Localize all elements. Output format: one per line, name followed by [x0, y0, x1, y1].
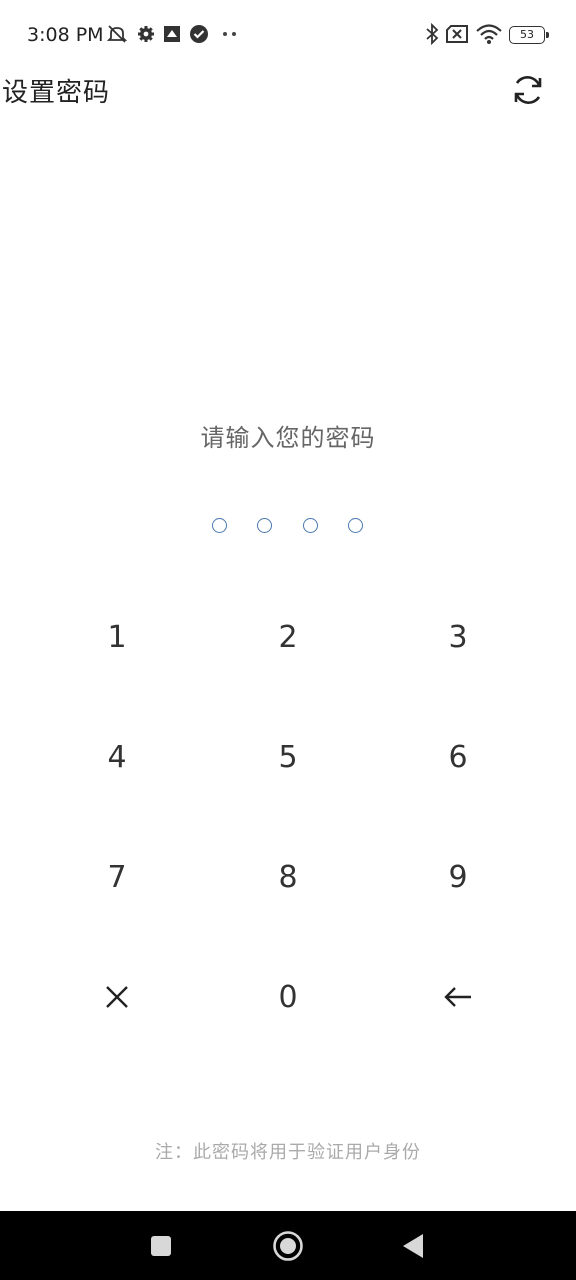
status-bar: 3:08 PM 53: [0, 0, 576, 70]
back-button[interactable]: [373, 1211, 453, 1280]
gear-icon: [136, 22, 156, 46]
key-6[interactable]: 6: [373, 702, 543, 812]
muted-bell-icon: [104, 22, 130, 46]
key-3[interactable]: 3: [373, 582, 543, 692]
home-button[interactable]: [248, 1211, 328, 1280]
key-0[interactable]: 0: [203, 942, 373, 1052]
check-circle-icon: [188, 22, 210, 46]
key-9[interactable]: 9: [373, 822, 543, 932]
recents-button[interactable]: [121, 1211, 201, 1280]
clear-button[interactable]: [32, 942, 202, 1052]
key-2[interactable]: 2: [203, 582, 373, 692]
pin-dot: [257, 518, 272, 533]
pin-indicator: [0, 518, 576, 534]
page-title: 设置密码: [2, 78, 111, 108]
backspace-button[interactable]: [373, 942, 543, 1052]
home-circle-icon: [273, 1230, 303, 1261]
app-icon: [161, 22, 183, 46]
pin-dot: [348, 518, 363, 533]
key-5[interactable]: 5: [203, 702, 373, 812]
refresh-icon: [514, 76, 542, 104]
more-dots-icon: [220, 22, 240, 46]
refresh-button[interactable]: [508, 70, 548, 110]
key-4[interactable]: 4: [32, 702, 202, 812]
system-nav-bar: [0, 1211, 576, 1280]
recents-square-icon: [151, 1235, 171, 1256]
arrow-left-icon: [444, 987, 471, 1007]
password-prompt: 请输入您的密码: [200, 424, 376, 452]
back-triangle-icon: [403, 1233, 423, 1258]
key-8[interactable]: 8: [203, 822, 373, 932]
wifi-icon: [474, 22, 504, 46]
battery-level: 53: [520, 28, 534, 41]
status-time: 3:08 PM: [27, 24, 104, 46]
key-1[interactable]: 1: [32, 582, 202, 692]
pin-dot: [212, 518, 227, 533]
bluetooth-icon: [422, 22, 442, 46]
close-icon: [106, 986, 128, 1008]
sim-off-icon: [444, 22, 470, 46]
pin-dot: [303, 518, 318, 533]
key-7[interactable]: 7: [32, 822, 202, 932]
footnote: 注：此密码将用于验证用户身份: [155, 1142, 421, 1163]
battery-indicator: 53: [509, 26, 549, 44]
